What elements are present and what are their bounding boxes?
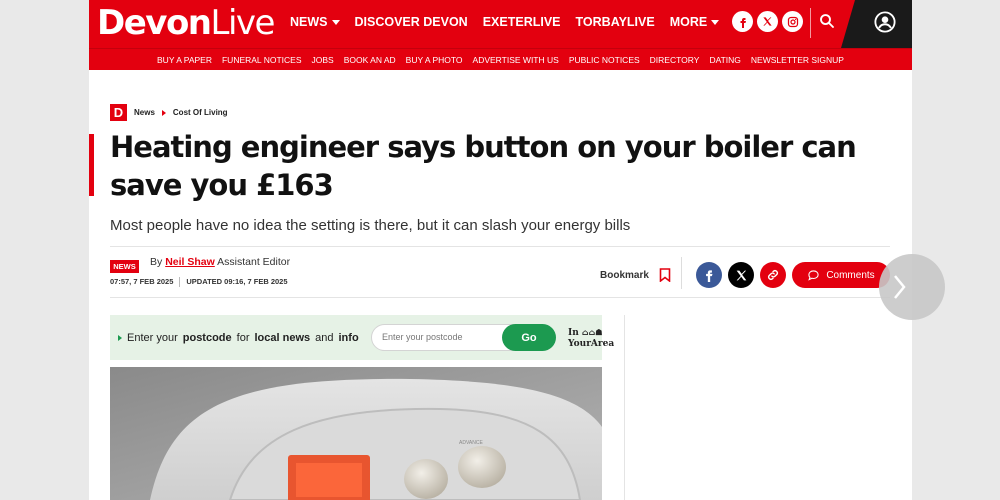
prompt-bold: postcode <box>182 332 232 344</box>
chevron-right-icon <box>161 109 166 116</box>
nav-divider <box>810 8 811 38</box>
headline-accent <box>89 134 94 196</box>
page-title: Heating engineer says button on your boi… <box>110 130 857 202</box>
published-time: 07:57, 7 FEB 2025 <box>110 277 174 286</box>
houses-icon: ⌂⌂☗ <box>581 327 603 337</box>
divider <box>110 246 890 247</box>
nav-item-discover-devon[interactable]: DISCOVER DEVON <box>355 15 468 29</box>
chevron-down-icon <box>711 20 720 26</box>
user-icon <box>874 11 896 33</box>
breadcrumb-cost-of-living[interactable]: Cost Of Living <box>173 108 228 117</box>
subnav-newsletter-signup[interactable]: NEWSLETTER SIGNUP <box>751 55 844 65</box>
main-nav: NEWS DISCOVER DEVON EXETERLIVE TORBAYLIV… <box>290 15 720 29</box>
x-icon[interactable] <box>757 11 778 32</box>
subnav-funeral-notices[interactable]: FUNERAL NOTICES <box>222 55 302 65</box>
comments-label: Comments <box>826 269 875 281</box>
nav-item-more[interactable]: MORE <box>670 15 720 29</box>
nav-item-label: NEWS <box>290 15 328 29</box>
nav-item-exeterlive[interactable]: EXETERLIVE <box>483 15 561 29</box>
nav-item-torbaylive[interactable]: TORBAYLIVE <box>576 15 655 29</box>
svg-text:ADVANCE: ADVANCE <box>459 440 483 446</box>
divider <box>110 297 890 298</box>
nav-item-news[interactable]: NEWS <box>290 15 340 29</box>
byline-prefix: By <box>150 256 163 268</box>
inyourarea-line1: In ⌂⌂☗ <box>568 327 614 339</box>
logo-live: Live <box>210 3 276 43</box>
postcode-prompt: Enter your postcode for local news and i… <box>118 332 359 344</box>
author-link[interactable]: Neil Shaw <box>165 256 215 268</box>
news-badge: NEWS <box>110 260 139 273</box>
logo-devon: Devon <box>97 3 212 43</box>
site-logo[interactable]: Devon Live <box>97 3 276 43</box>
copy-link-icon[interactable] <box>760 262 786 288</box>
prompt-text: Enter your <box>127 332 178 344</box>
subnav-book-an-ad[interactable]: BOOK AN AD <box>344 55 396 65</box>
subnav-directory[interactable]: DIRECTORY <box>650 55 700 65</box>
chevron-down-icon <box>331 20 340 26</box>
subnav-advertise[interactable]: ADVERTISE WITH US <box>473 55 559 65</box>
bookmark-button[interactable]: Bookmark <box>600 268 671 282</box>
hero-image: ADVANCE <box>110 367 602 500</box>
subnav-buy-a-paper[interactable]: BUY A PAPER <box>157 55 212 65</box>
prompt-text: and <box>315 332 334 344</box>
page: Devon Live NEWS DISCOVER DEVON EXETERLIVE… <box>89 0 912 500</box>
boiler-photo: ADVANCE <box>110 367 602 500</box>
byline: By Neil Shaw Assistant Editor <box>150 256 290 268</box>
subnav-public-notices[interactable]: PUBLIC NOTICES <box>569 55 640 65</box>
sidebar-divider <box>624 315 625 500</box>
facebook-icon[interactable] <box>732 11 753 32</box>
brand-text: In <box>568 328 579 338</box>
subnav-buy-a-photo[interactable]: BUY A PHOTO <box>406 55 463 65</box>
chevron-right-icon <box>894 275 906 299</box>
section-logo: D <box>110 104 127 121</box>
next-article-button[interactable] <box>879 254 945 320</box>
account-button[interactable] <box>841 0 912 48</box>
top-bar: Devon Live NEWS DISCOVER DEVON EXETERLIVE… <box>89 0 912 48</box>
inyourarea-line2: YourArea <box>568 339 615 349</box>
share-divider <box>681 257 682 289</box>
date-separator <box>179 277 181 287</box>
article-dates: 07:57, 7 FEB 2025 UPDATED 09:16, 7 FEB 2… <box>110 277 288 287</box>
nav-item-label: MORE <box>669 15 708 29</box>
search-icon[interactable] <box>818 12 836 30</box>
postcode-widget: Enter your postcode for local news and i… <box>110 315 614 360</box>
inyourarea-logo[interactable]: In ⌂⌂☗ YourArea <box>568 327 614 350</box>
caret-right-icon <box>118 335 122 341</box>
standfirst: Most people have no idea the setting is … <box>110 217 631 234</box>
prompt-text: for <box>236 332 250 344</box>
comments-button[interactable]: Comments <box>792 262 890 288</box>
share-x-icon[interactable] <box>728 262 754 288</box>
author-role: Assistant Editor <box>217 256 291 268</box>
breadcrumb-news[interactable]: News <box>134 108 155 117</box>
bookmark-label: Bookmark <box>600 269 649 281</box>
comment-icon <box>808 269 819 281</box>
prompt-bold: local news <box>254 332 311 344</box>
breadcrumb: D News Cost Of Living <box>110 104 228 121</box>
subnav-dating[interactable]: DATING <box>709 55 740 65</box>
bookmark-icon <box>659 268 671 282</box>
go-button[interactable]: Go <box>502 324 556 351</box>
share-facebook-icon[interactable] <box>696 262 722 288</box>
sub-nav: BUY A PAPER FUNERAL NOTICES JOBS BOOK AN… <box>89 48 912 70</box>
instagram-icon[interactable] <box>782 11 803 32</box>
updated-time: UPDATED 09:16, 7 FEB 2025 <box>186 277 288 286</box>
subnav-jobs[interactable]: JOBS <box>312 55 334 65</box>
prompt-bold: info <box>338 332 359 344</box>
